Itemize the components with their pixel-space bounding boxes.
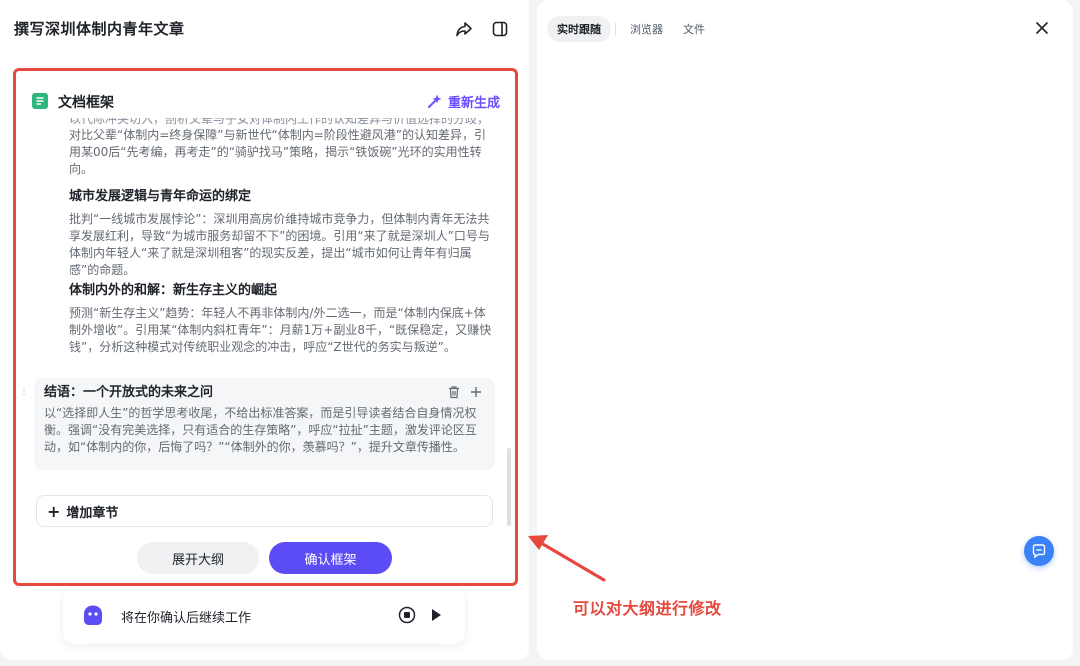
status-text: 将在你确认后继续工作 <box>121 611 252 626</box>
section-body: 预测“新生存主义”趋势：年轻人不再非体制内/外二选一，而是“体制内保底+体制外增… <box>69 306 492 354</box>
status-card: 将在你确认后继续工作 <box>63 588 465 644</box>
doc-header-title: 文档框架 <box>58 95 114 111</box>
trash-icon[interactable] <box>446 384 462 400</box>
bot-avatar-icon <box>81 604 105 626</box>
annotation-text: 可以对大纲进行修改 <box>573 599 722 618</box>
annotation-arrow <box>528 535 606 582</box>
section-body: 以“选择即人生”的哲学思考收尾，不给出标准答案，而是引导读者结合自身情况权衡。强… <box>44 406 477 454</box>
play-icon[interactable] <box>429 607 443 623</box>
regenerate-button[interactable]: 重新生成 <box>426 92 500 111</box>
task-title: 撰写深圳体制内青年文章 <box>14 20 185 38</box>
add-icon[interactable] <box>468 384 484 400</box>
section-body: 批判“一线城市发展悖论”：深圳用高房价维持城市竞争力，但体制内青年无法共享发展红… <box>69 212 490 277</box>
outline-section-2[interactable]: 城市发展逻辑与青年命运的绑定 批判“一线城市发展悖论”：深圳用高房价维持城市竞争… <box>69 188 494 279</box>
tab-divider <box>615 23 616 35</box>
scrollbar[interactable] <box>507 448 511 526</box>
section-body: 对比父辈“体制内=终身保障”与新世代“体制内=阶段性避风港”的认知差异，引用某0… <box>69 128 486 176</box>
tab-files[interactable]: 文件 <box>673 16 715 42</box>
section-title: 结语：一个开放式的未来之问 <box>44 385 214 400</box>
outline-section-1[interactable]: 对比父辈“体制内=终身保障”与新世代“体制内=阶段性避风港”的认知差异，引用某0… <box>69 127 494 178</box>
expand-outline-button[interactable]: 展开大纲 <box>137 542 259 574</box>
chat-bubble-icon[interactable] <box>1024 536 1054 566</box>
split-panel-icon[interactable] <box>489 18 511 40</box>
confirm-framework-button[interactable]: 确认框架 <box>269 542 392 574</box>
document-icon <box>31 92 49 110</box>
task-header: 撰写深圳体制内青年文章 <box>0 0 529 60</box>
share-icon[interactable] <box>453 18 475 40</box>
sparkle-icon <box>428 94 442 108</box>
close-icon[interactable] <box>1034 20 1050 36</box>
outline-content: 以代际冲突切入，剖析父辈与子女对体制内工作的认知差异与价值选择的分歧， 对比父辈… <box>34 118 496 490</box>
stop-icon[interactable] <box>398 606 416 624</box>
preview-tabs: 实时跟随 浏览器 文件 <box>547 16 715 42</box>
add-section-button[interactable]: + 增加章节 <box>36 495 493 527</box>
drag-handle-icon[interactable]: ⋮ <box>19 386 29 398</box>
outline-section-3[interactable]: 体制内外的和解：新生存主义的崛起 预测“新生存主义”趋势：年轻人不再非体制内/外… <box>69 282 494 356</box>
regenerate-label: 重新生成 <box>448 96 501 111</box>
plus-icon: + <box>47 501 61 521</box>
tab-browser[interactable]: 浏览器 <box>620 16 673 42</box>
section-title: 城市发展逻辑与青年命运的绑定 <box>69 189 252 204</box>
preview-panel <box>537 0 1073 660</box>
outline-section-conclusion[interactable]: 结语：一个开放式的未来之问 以“选择即人生”的哲学思考收尾，不给出标准答案，而是… <box>34 378 495 470</box>
add-section-label: 增加章节 <box>66 505 119 521</box>
section-title: 体制内外的和解：新生存主义的崛起 <box>69 283 278 298</box>
tab-live-follow[interactable]: 实时跟随 <box>547 16 611 42</box>
